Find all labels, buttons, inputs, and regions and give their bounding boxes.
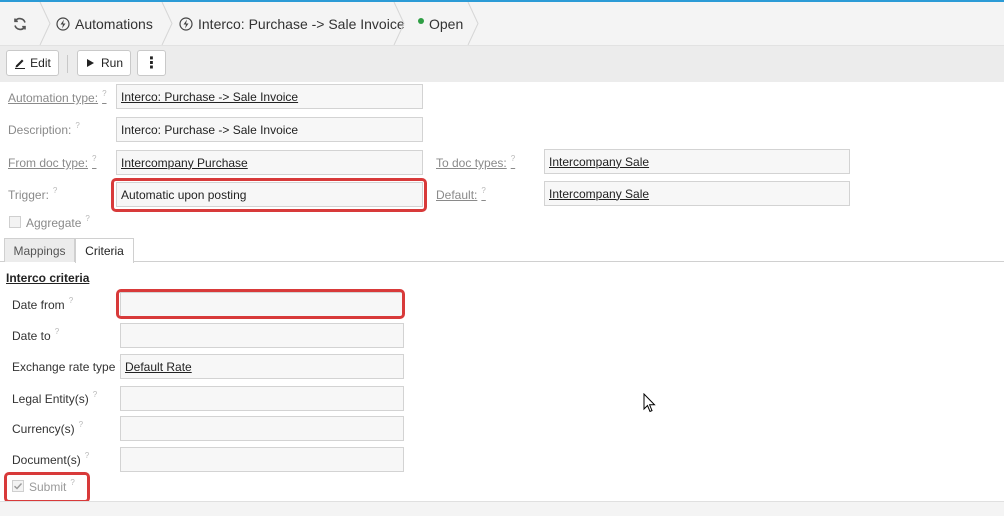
refresh-icon[interactable]	[8, 14, 32, 34]
breadcrumb-status[interactable]: Open	[418, 2, 463, 45]
documents-field[interactable]	[120, 447, 404, 472]
date-to-label: Date to?	[12, 327, 60, 343]
date-from-field[interactable]	[120, 292, 404, 317]
submit-label: Submit?	[29, 478, 75, 494]
lightning-icon	[56, 16, 70, 31]
from-doc-type-field[interactable]: Intercompany Purchase	[116, 150, 423, 175]
trigger-label: Trigger:?	[8, 186, 58, 202]
aggregate-label: Aggregate?	[26, 214, 90, 230]
mouse-cursor-icon	[643, 393, 656, 413]
to-doc-types-field[interactable]: Intercompany Sale	[544, 149, 850, 174]
help-icon: ?	[92, 390, 98, 399]
breadcrumb-label: Interco: Purchase -> Sale Invoice	[198, 15, 405, 32]
run-button-label: Run	[100, 56, 123, 70]
edit-button-label: Edit	[30, 56, 51, 70]
lightning-icon	[179, 16, 193, 31]
description-field[interactable]: Interco: Purchase -> Sale Invoice	[116, 117, 423, 142]
status-dot	[418, 17, 424, 24]
exchange-rate-type-label: Exchange rate type?	[12, 358, 124, 374]
breadcrumb-automations[interactable]: Automations	[56, 2, 153, 45]
to-doc-types-label[interactable]: To doc types:?	[436, 154, 516, 170]
default-label[interactable]: Default:?	[436, 186, 486, 202]
run-button[interactable]: Run	[77, 50, 131, 76]
breadcrumb-separator	[161, 2, 173, 45]
breadcrumb: Automations Interco: Purchase -> Sale In…	[0, 2, 1004, 46]
help-icon: ?	[84, 451, 90, 460]
tabs-baseline	[0, 261, 1004, 262]
automation-type-label[interactable]: Automation type:?	[8, 89, 107, 105]
breadcrumb-label: Automations	[75, 15, 153, 32]
legal-entities-label: Legal Entity(s)?	[12, 390, 98, 406]
help-icon: ?	[54, 327, 60, 336]
toolbar: Edit Run ⋮	[0, 46, 1004, 82]
footer-bar	[0, 502, 1004, 516]
more-vertical-icon: ⋮	[143, 55, 160, 72]
help-icon: ?	[481, 186, 486, 195]
breadcrumb-record[interactable]: Interco: Purchase -> Sale Invoice	[179, 2, 405, 45]
checkmark-icon	[14, 483, 23, 490]
help-icon: ?	[78, 420, 84, 429]
legal-entities-field[interactable]	[120, 386, 404, 411]
help-icon: ?	[510, 154, 516, 163]
currencies-field[interactable]	[120, 416, 404, 441]
exchange-rate-type-field[interactable]: Default Rate	[120, 354, 404, 379]
from-doc-type-label[interactable]: From doc type:?	[8, 154, 97, 170]
status-label: Open	[429, 15, 464, 32]
documents-label: Document(s)?	[12, 451, 90, 467]
date-from-label: Date from?	[12, 296, 74, 312]
play-icon	[86, 59, 94, 67]
help-icon: ?	[102, 89, 107, 98]
help-icon: ?	[85, 214, 90, 223]
section-title: Interco criteria	[6, 271, 90, 285]
trigger-field[interactable]: Automatic upon posting	[116, 182, 423, 207]
help-icon: ?	[68, 296, 74, 305]
help-icon: ?	[70, 478, 75, 487]
help-icon: ?	[52, 186, 58, 195]
description-label: Description:?	[8, 121, 80, 137]
aggregate-checkbox[interactable]	[9, 216, 21, 228]
edit-button[interactable]: Edit	[6, 50, 59, 76]
tab-mappings[interactable]: Mappings	[4, 238, 75, 262]
currencies-label: Currency(s)?	[12, 420, 84, 436]
more-options-button[interactable]: ⋮	[137, 50, 166, 76]
breadcrumb-separator	[393, 2, 405, 45]
pencil-icon	[15, 59, 26, 69]
submit-checkbox[interactable]	[12, 480, 24, 492]
breadcrumb-separator	[39, 2, 51, 45]
tab-criteria[interactable]: Criteria	[75, 238, 134, 263]
toolbar-divider	[67, 55, 68, 73]
automation-type-field[interactable]: Interco: Purchase -> Sale Invoice	[116, 84, 423, 109]
breadcrumb-separator	[467, 2, 479, 45]
help-icon: ?	[92, 154, 97, 163]
default-field[interactable]: Intercompany Sale	[544, 181, 850, 206]
help-icon: ?	[75, 121, 80, 130]
date-to-field[interactable]	[120, 323, 404, 348]
